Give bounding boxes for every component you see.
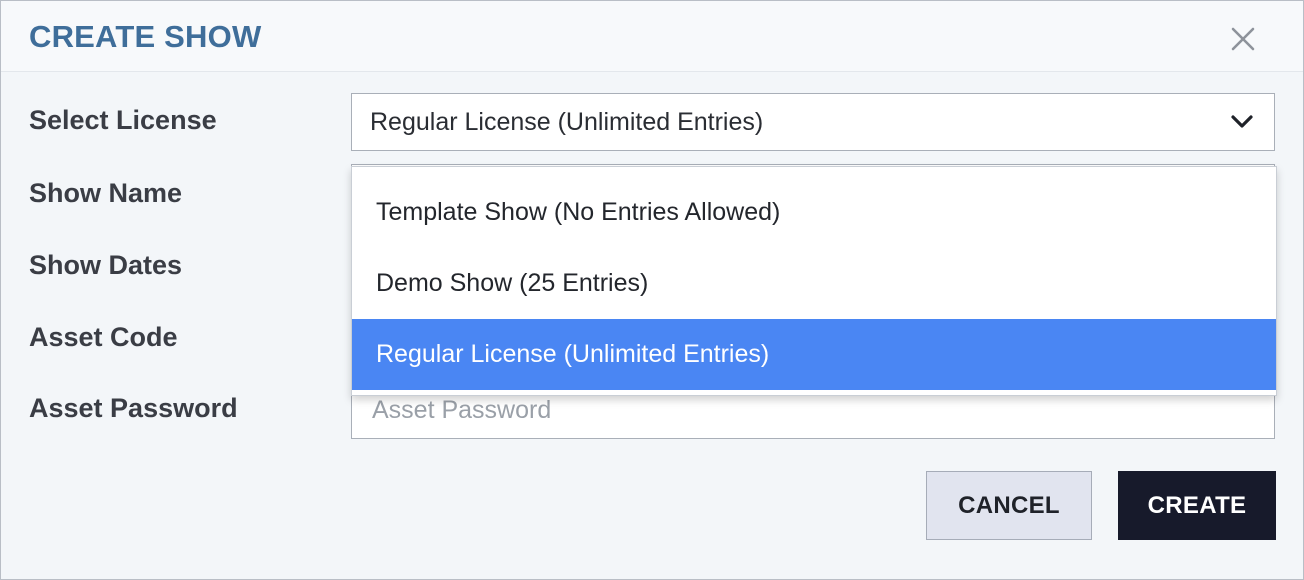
show-dates-label: Show Dates (29, 250, 183, 280)
show-name-label: Show Name (29, 178, 183, 208)
license-select-value: Regular License (Unlimited Entries) (370, 107, 764, 136)
license-option-template[interactable]: Template Show (No Entries Allowed) (352, 177, 1276, 248)
chevron-down-icon (1228, 108, 1256, 136)
create-show-dialog: CREATE SHOW Select License Show Name Sho… (0, 0, 1304, 580)
asset-password-label: Asset Password (29, 393, 238, 423)
license-option-regular[interactable]: Regular License (Unlimited Entries) (352, 319, 1276, 390)
dialog-title: CREATE SHOW (29, 19, 262, 54)
asset-code-label: Asset Code (29, 322, 178, 352)
license-dropdown-menu: Template Show (No Entries Allowed) Demo … (351, 166, 1277, 396)
cancel-button[interactable]: CANCEL (926, 471, 1092, 540)
close-icon[interactable] (1225, 21, 1261, 57)
create-button[interactable]: CREATE (1118, 471, 1276, 540)
select-license-label: Select License (29, 105, 217, 135)
license-option-demo[interactable]: Demo Show (25 Entries) (352, 248, 1276, 319)
dialog-header: CREATE SHOW (1, 1, 1303, 72)
license-select[interactable]: Regular License (Unlimited Entries) (351, 93, 1275, 151)
